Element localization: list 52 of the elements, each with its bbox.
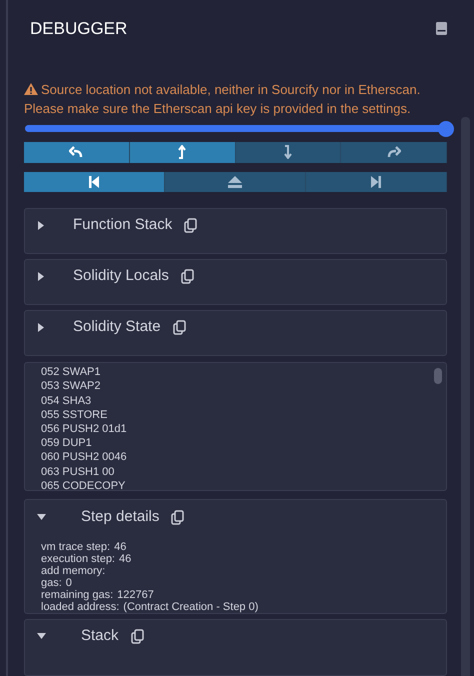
copy-icon[interactable] [171, 510, 184, 525]
detail-label: gas: [41, 577, 62, 590]
up-arrow-icon [177, 145, 188, 160]
detail-value: 46 [119, 553, 132, 566]
copy-icon[interactable] [172, 320, 186, 335]
detail-label: vm trace step: [41, 541, 110, 554]
opcode-item[interactable]: 054 SHA3 [41, 394, 92, 408]
down-arrow-icon [282, 145, 293, 160]
panel-title: DEBUGGER [30, 18, 128, 40]
caret-down-icon [36, 633, 46, 640]
book-icon[interactable] [436, 22, 447, 36]
section-title: Solidity State [73, 316, 161, 337]
copy-icon[interactable] [180, 268, 194, 284]
opcode-item[interactable]: 055 SSTORE [41, 408, 108, 422]
section-title: Step details [81, 507, 160, 528]
section-title: Stack [81, 626, 119, 646]
opcode-item[interactable]: 053 SWAP2 [41, 379, 101, 394]
detail-value: 46 [114, 541, 126, 554]
detail-label: remaining gas: [41, 589, 114, 602]
redo-arrow-icon [386, 146, 401, 158]
caret-right-icon [38, 220, 44, 230]
skip-back-icon [89, 176, 99, 188]
caret-down-icon [36, 514, 46, 520]
detail-label: execution step: [41, 553, 115, 566]
detail-value: 122767 [117, 589, 154, 602]
detail-value: (Contract Creation - Step 0) [123, 601, 258, 614]
step-button[interactable] [130, 142, 236, 163]
eject-icon [228, 176, 242, 188]
caret-right-icon [38, 322, 44, 332]
opcode-item[interactable]: 059 DUP1 [41, 436, 92, 450]
opcode-item[interactable]: 056 PUSH2 01d1 [41, 422, 127, 436]
warning-text: Source location not available, neither in Sourcify nor in Etherscan. [41, 80, 420, 98]
detail-label: loaded address: [41, 601, 120, 614]
detail-value: 0 [66, 577, 72, 590]
opcode-item[interactable]: 052 SWAP1 [41, 365, 101, 380]
warning-text: Please make sure the Etherscan api key is provided in the settings. [24, 100, 411, 118]
scrollbar-thumb[interactable] [434, 368, 442, 384]
step-button[interactable] [24, 142, 130, 163]
section-title: Function Stack [73, 214, 172, 235]
skip-forward-icon [371, 176, 381, 188]
copy-icon[interactable] [184, 218, 198, 233]
copy-icon[interactable] [130, 628, 144, 644]
slider-thumb[interactable] [438, 120, 454, 136]
caret-right-icon [38, 272, 44, 281]
detail-label: add memory: [41, 565, 106, 578]
jump-button[interactable] [24, 172, 165, 192]
opcode-item[interactable]: 060 PUSH2 0046 [41, 450, 127, 465]
opcode-item[interactable]: 065 CODECOPY [41, 478, 126, 490]
undo-arrow-icon [69, 146, 84, 158]
opcode-item[interactable]: 063 PUSH1 00 [41, 464, 114, 479]
warning-icon [24, 83, 38, 95]
section-title: Solidity Locals [73, 266, 169, 286]
